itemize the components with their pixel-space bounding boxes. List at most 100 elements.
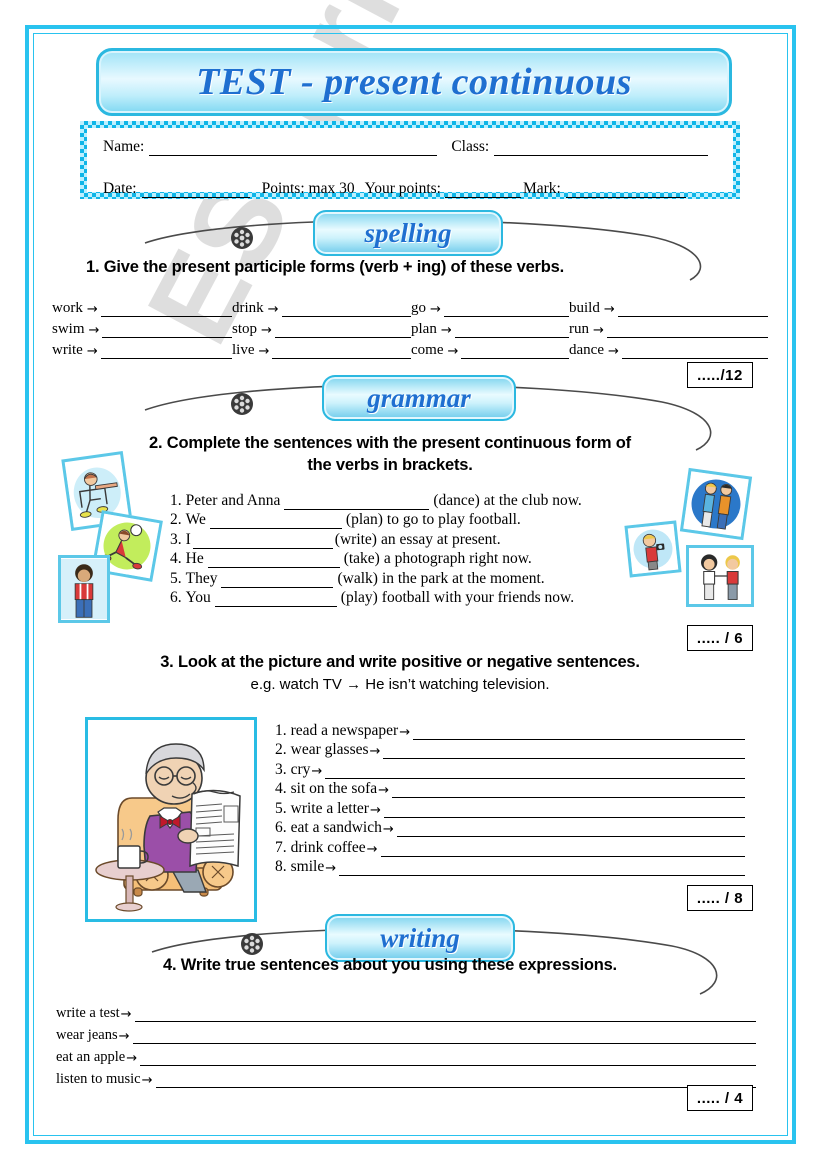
- verb-answer-blank[interactable]: [274, 324, 411, 338]
- verb-answer-blank[interactable]: [621, 345, 768, 359]
- verb-hint: (take): [343, 550, 380, 567]
- photo-two-people-holding-hands: [686, 545, 754, 607]
- item-label: read a newspaper: [290, 721, 399, 739]
- item-number: 2.: [170, 511, 182, 528]
- answer-blank[interactable]: [155, 1074, 756, 1088]
- verb-row: work → drink → go → build →: [52, 296, 768, 317]
- sentence-answer-blank[interactable]: [284, 496, 430, 510]
- sentence-tail: a photograph right now.: [383, 550, 532, 567]
- bead-ornament-icon: [231, 393, 253, 415]
- verb-label: live: [232, 342, 255, 358]
- list-item: 2. wear glasses →: [275, 740, 745, 759]
- sentence-item: 2. We (plan) to go to play football.: [170, 510, 582, 529]
- verb-answer-blank[interactable]: [606, 324, 768, 338]
- sentence-answer-blank[interactable]: [221, 574, 334, 588]
- class-field[interactable]: [494, 141, 709, 156]
- arrow-icon: →: [603, 302, 615, 317]
- item-number: 5.: [170, 569, 182, 587]
- sentence-answer-blank[interactable]: [207, 554, 340, 568]
- sentence-subject: They: [185, 569, 218, 587]
- item-number: 4.: [275, 780, 287, 797]
- arrow-icon: →: [325, 861, 337, 876]
- verb-label: plan: [411, 321, 437, 337]
- item-label: eat a sandwich: [290, 819, 382, 836]
- sentence-tail: an essay at present.: [380, 530, 501, 548]
- answer-blank[interactable]: [140, 1052, 756, 1066]
- verb-answer-blank[interactable]: [102, 324, 232, 338]
- page-title-banner: TEST - present continuous: [96, 48, 732, 116]
- sentence-item: 6. You (play) football with your friends…: [170, 588, 582, 607]
- verb-answer-blank[interactable]: [100, 345, 232, 359]
- sentence-subject: We: [185, 511, 206, 528]
- points-max-label: Points: max 30: [261, 180, 355, 197]
- sentence-answer-blank[interactable]: [214, 593, 337, 607]
- answer-blank[interactable]: [380, 843, 745, 857]
- exercise1-instruction: 1. Give the present participle forms (ve…: [86, 258, 565, 276]
- sentence-tail: at the club now.: [483, 491, 582, 509]
- verb-item: work →: [52, 300, 232, 317]
- list-item: 6. eat a sandwich →: [275, 818, 745, 837]
- score-box-exercise4: ..... / 4: [687, 1085, 753, 1111]
- date-field[interactable]: [141, 183, 250, 198]
- sentence-tail: football with your friends now.: [381, 589, 575, 606]
- item-label: wear glasses: [290, 741, 369, 758]
- list-item: write a test →: [56, 1000, 756, 1022]
- item-label: sit on the sofa: [290, 780, 378, 797]
- exercise2-instruction-line2: the verbs in brackets.: [307, 456, 473, 474]
- answer-blank[interactable]: [413, 726, 745, 740]
- sentence-tail: in the park at the moment.: [381, 569, 545, 587]
- student-info-box: Name: Class: Date: Points: max 30 Your p…: [80, 121, 740, 199]
- answer-blank[interactable]: [132, 1030, 756, 1044]
- verb-row: write → live → come → dance →: [52, 338, 768, 359]
- arrow-icon: →: [593, 323, 604, 338]
- verb-answer-blank[interactable]: [100, 303, 232, 317]
- arrow-icon: →: [366, 841, 378, 857]
- arrow-icon: →: [141, 1073, 153, 1088]
- verb-item: live →: [232, 342, 411, 359]
- answer-blank[interactable]: [325, 765, 745, 779]
- answer-blank[interactable]: [383, 745, 745, 759]
- sentence-answer-blank[interactable]: [192, 535, 333, 549]
- name-label: Name:: [103, 138, 145, 155]
- exercise2-instruction-line1: 2. Complete the sentences with the prese…: [149, 434, 631, 452]
- name-field[interactable]: [149, 141, 438, 156]
- answer-blank[interactable]: [134, 1008, 756, 1022]
- verb-label: go: [411, 300, 426, 316]
- answer-blank[interactable]: [392, 784, 745, 798]
- elderly-man-reading-newspaper-icon: [88, 720, 254, 919]
- exercise2-sentence-list: 1. Peter and Anna (dance) at the club no…: [170, 490, 582, 607]
- verb-answer-blank[interactable]: [461, 345, 569, 359]
- verb-item: write →: [52, 342, 232, 359]
- verb-item: build →: [569, 300, 768, 317]
- section-badge-label: grammar: [367, 382, 471, 413]
- sentence-subject: You: [185, 589, 211, 606]
- verb-hint: (play): [340, 589, 378, 606]
- sentence-item: 4. He (take) a photograph right now.: [170, 549, 582, 568]
- verb-hint: (plan): [345, 511, 383, 528]
- verb-item: go →: [411, 300, 569, 317]
- section-badge-writing: writing: [325, 914, 515, 962]
- sentence-answer-blank[interactable]: [209, 515, 342, 529]
- verb-answer-blank[interactable]: [281, 303, 411, 317]
- exercise3-instruction: 3. Look at the picture and write positiv…: [160, 653, 640, 671]
- item-number: 8.: [275, 858, 287, 875]
- two-people-walking-icon: [683, 471, 749, 537]
- item-label: smile: [290, 858, 325, 875]
- exercise3-example: e.g. watch TV → He isn’t watching televi…: [250, 676, 550, 693]
- answer-blank[interactable]: [396, 823, 745, 837]
- your-points-field[interactable]: [444, 183, 521, 198]
- answer-blank[interactable]: [383, 804, 745, 818]
- section-header-grammar: grammar: [0, 370, 821, 451]
- verb-answer-blank[interactable]: [454, 324, 569, 338]
- item-label: drink coffee: [290, 838, 366, 856]
- verb-answer-blank[interactable]: [272, 345, 411, 359]
- date-label: Date:: [103, 180, 137, 197]
- verb-item: come →: [411, 342, 569, 359]
- verb-answer-blank[interactable]: [443, 303, 569, 317]
- arrow-icon: →: [369, 744, 381, 759]
- answer-blank[interactable]: [339, 862, 745, 876]
- verb-answer-blank[interactable]: [617, 303, 768, 317]
- mark-field[interactable]: [565, 183, 686, 198]
- list-item: listen to music →: [56, 1066, 756, 1088]
- two-people-holding-hands-icon: [689, 548, 751, 604]
